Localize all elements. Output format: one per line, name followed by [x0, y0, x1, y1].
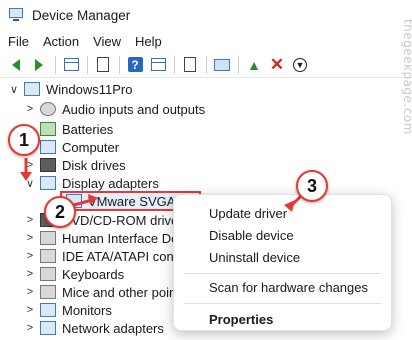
annotation-arrows: [20, 158, 307, 212]
step-badge-1: 1: [8, 124, 40, 156]
step-badge-3: 3: [296, 170, 328, 202]
arrow-head-3: [284, 200, 295, 212]
arrow-head-1: [20, 172, 32, 181]
arrow-head-2: [88, 194, 98, 205]
step-badge-2: 2: [44, 196, 76, 228]
watermark-text: thegeekpage.com: [401, 19, 412, 135]
